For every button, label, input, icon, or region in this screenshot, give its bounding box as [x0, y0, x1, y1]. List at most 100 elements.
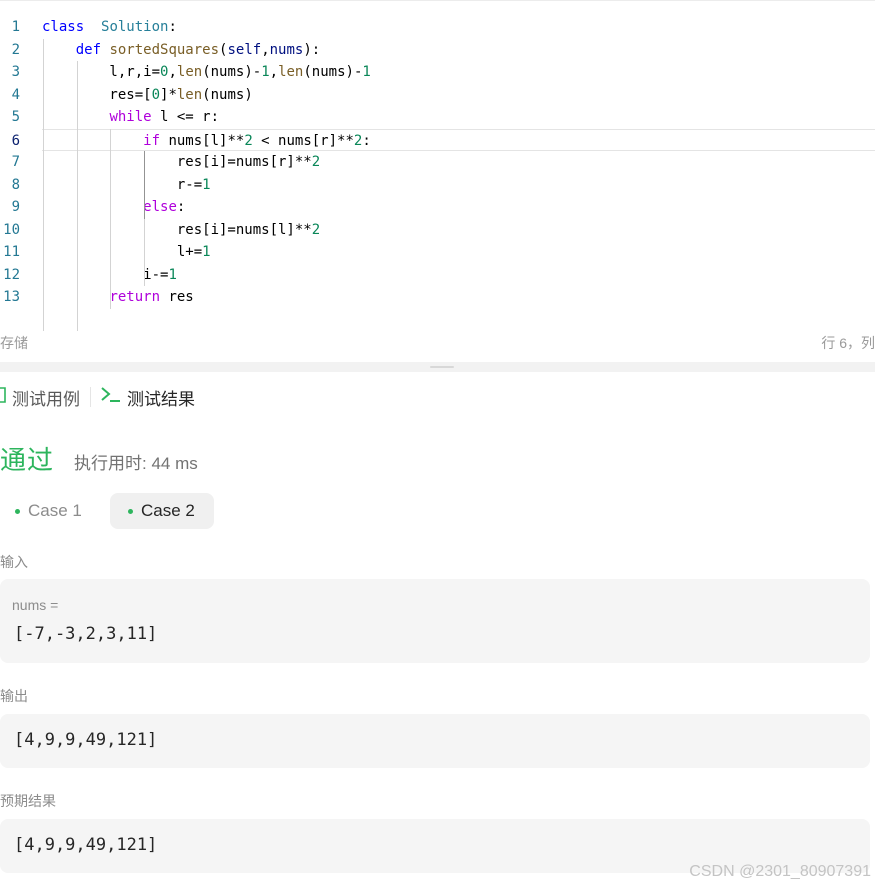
code-line[interactable]: 9 else:: [0, 196, 875, 219]
code-token: ):: [303, 41, 321, 58]
output-value: [4,9,9,49,121]: [14, 730, 158, 750]
code-line[interactable]: 6 if nums[l]**2 < nums[r]**2:: [12, 128, 875, 153]
code-line[interactable]: 1 class Solution:: [0, 16, 875, 39]
code-line[interactable]: 2 def sortedSquares(self,nums):: [0, 39, 875, 62]
code-text: if nums[l]**2 < nums[r]**2:: [42, 130, 371, 153]
code-token: def: [75, 41, 102, 58]
verdict-label: 通过: [0, 445, 55, 475]
line-number: 3: [11, 64, 20, 80]
input-label: 输入: [0, 554, 28, 570]
code-text: i-=1: [42, 264, 177, 287]
line-number: 5: [11, 109, 20, 125]
output-box: [4,9,9,49,121]: [0, 714, 870, 768]
code-token: 2: [244, 132, 253, 149]
code-token: self: [227, 41, 262, 58]
code-token: return: [109, 289, 161, 305]
code-token: len: [176, 86, 203, 103]
pass-dot-icon: [15, 508, 20, 514]
case-tab-label: Case 1: [28, 501, 82, 520]
code-token: 2: [311, 221, 321, 238]
code-line[interactable]: 11 l+=1: [0, 241, 875, 264]
code-token: l+=: [42, 244, 203, 260]
code-token: res: [160, 289, 194, 305]
code-line[interactable]: 7 res[i]=nums[r]**2: [0, 151, 875, 174]
result-panel: 通过 执行用时: 44 ms Case 1 Case 2 输入 nums = […: [0, 418, 875, 887]
code-token: :: [168, 19, 177, 35]
code-token: ,: [168, 64, 177, 80]
line-number: 9: [11, 199, 20, 215]
code-token: < nums[r]**: [252, 132, 354, 149]
code-token: 1: [202, 244, 211, 260]
code-token: r-=: [42, 176, 203, 193]
expected-label: 预期结果: [0, 793, 56, 809]
code-token: res[i]=nums[l]**: [42, 221, 312, 238]
code-text: l+=1: [42, 241, 211, 264]
tab-divider: [90, 387, 91, 407]
line-number: 8: [11, 176, 20, 193]
drag-grip-icon[interactable]: [430, 366, 454, 368]
editor-status-bar: 存储 行 6，列: [0, 330, 875, 352]
code-text: r-=1: [42, 174, 211, 197]
code-line[interactable]: 3 l,r,i=0,len(nums)-1,len(nums)-1: [0, 61, 875, 84]
code-text: l,r,i=0,len(nums)-1,len(nums)-1: [42, 61, 371, 84]
code-token: class: [42, 19, 85, 35]
code-token: i-=: [42, 266, 169, 283]
code-text: res[i]=nums[r]**2: [42, 151, 320, 174]
code-token: 2: [311, 154, 321, 170]
code-token: nums[l]**: [160, 132, 245, 149]
code-token: nums: [269, 41, 304, 58]
tab-result[interactable]: 测试结果: [101, 385, 195, 410]
code-line[interactable]: 12 i-=1: [0, 264, 875, 287]
cursor-position: 行 6，列: [821, 335, 875, 351]
code-text: return res: [42, 286, 194, 309]
code-token: 1: [362, 64, 371, 80]
code-token: :: [176, 199, 186, 215]
line-number: 6: [11, 132, 20, 149]
line-number: 13: [3, 289, 20, 305]
case-tab-1[interactable]: Case 1: [0, 493, 100, 529]
code-token: (nums): [202, 86, 253, 103]
terminal-icon: [101, 386, 121, 409]
code-token: if: [143, 132, 161, 149]
code-token: res[i]=nums[r]**: [42, 154, 312, 170]
code-token: ,: [261, 41, 270, 58]
code-line[interactable]: 4 res=[0]*len(nums): [0, 84, 875, 107]
indent-guide: [144, 151, 146, 219]
code-token: l,r,i=: [42, 64, 161, 80]
case-tab-2[interactable]: Case 2: [110, 493, 214, 529]
line-number: 12: [3, 266, 20, 283]
input-variable-name: nums =: [12, 597, 59, 613]
code-text: while l <= r:: [42, 106, 219, 129]
line-number: 11: [3, 244, 20, 260]
code-token: ]*: [160, 86, 177, 103]
watermark: CSDN @2301_80907391: [689, 863, 871, 880]
line-number: 4: [11, 86, 20, 103]
code-line[interactable]: 8 r-=1: [0, 174, 875, 197]
result-summary: 通过 执行用时: 44 ms: [0, 440, 198, 477]
code-token: sortedSquares: [109, 41, 220, 58]
pass-dot-icon: [128, 508, 133, 514]
tab-testcase[interactable]: 测试用例: [0, 385, 80, 410]
line-number: 10: [3, 221, 20, 238]
code-text: class Solution:: [42, 16, 177, 39]
code-token: Solution: [101, 19, 169, 35]
code-line[interactable]: 10 res[i]=nums[l]**2: [0, 219, 875, 242]
code-token: 1: [261, 64, 270, 80]
code-editor[interactable]: 1 class Solution: 2 def sortedSquares(self…: [0, 0, 875, 331]
indent-guide: [76, 61, 78, 331]
input-value: [-7,-3,2,3,11]: [14, 624, 158, 644]
code-token: while: [109, 109, 152, 125]
tab-result-label: 测试结果: [127, 390, 195, 409]
code-token: ,: [269, 64, 279, 80]
code-line[interactable]: 5 while l <= r:: [0, 106, 875, 129]
line-number: 1: [11, 19, 20, 35]
indent-guide: [144, 218, 146, 286]
panel-resize-handle[interactable]: [0, 362, 875, 372]
code-token: :: [362, 132, 371, 149]
code-line[interactable]: 13 return res: [0, 286, 875, 309]
code-text: else:: [42, 196, 185, 219]
